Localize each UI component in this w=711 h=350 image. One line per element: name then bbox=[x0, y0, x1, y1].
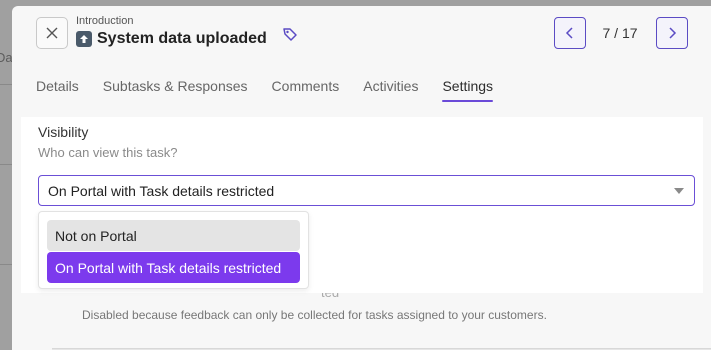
close-button[interactable] bbox=[36, 17, 68, 49]
tab-subtasks-responses[interactable]: Subtasks & Responses bbox=[103, 78, 248, 102]
visibility-settings-panel: Visibility Who can view this task? On Po… bbox=[21, 117, 703, 293]
visibility-selected-value: On Portal with Task details restricted bbox=[48, 182, 275, 199]
chevron-down-icon bbox=[674, 188, 684, 194]
tag-icon[interactable] bbox=[282, 26, 298, 42]
task-title[interactable]: System data uploaded bbox=[97, 30, 267, 48]
tab-comments[interactable]: Comments bbox=[272, 78, 340, 102]
chevron-right-icon bbox=[669, 27, 677, 39]
option-not-on-portal[interactable]: Not on Portal bbox=[47, 220, 300, 251]
tab-details[interactable]: Details bbox=[36, 78, 79, 102]
feedback-disabled-note: Disabled because feedback can only be co… bbox=[82, 308, 547, 322]
task-title-row: System data uploaded bbox=[76, 30, 267, 48]
previous-task-button[interactable] bbox=[554, 17, 586, 49]
visibility-dropdown-menu: Not on Portal On Portal with Task detail… bbox=[38, 211, 309, 289]
tab-settings[interactable]: Settings bbox=[442, 78, 493, 102]
chevron-left-icon bbox=[565, 27, 573, 39]
visibility-subtitle: Who can view this task? bbox=[38, 145, 178, 160]
visibility-label: Visibility bbox=[38, 124, 89, 140]
visibility-select[interactable]: On Portal with Task details restricted bbox=[38, 175, 695, 206]
task-pager: 7 / 17 bbox=[602, 25, 638, 41]
upload-icon bbox=[76, 31, 92, 47]
close-icon bbox=[46, 27, 58, 39]
next-task-button[interactable] bbox=[656, 17, 688, 49]
tab-activities[interactable]: Activities bbox=[363, 78, 418, 102]
breadcrumb[interactable]: Introduction bbox=[76, 15, 133, 27]
option-portal-restricted[interactable]: On Portal with Task details restricted bbox=[47, 252, 300, 283]
tab-bar: Details Subtasks & Responses Comments Ac… bbox=[36, 78, 517, 102]
